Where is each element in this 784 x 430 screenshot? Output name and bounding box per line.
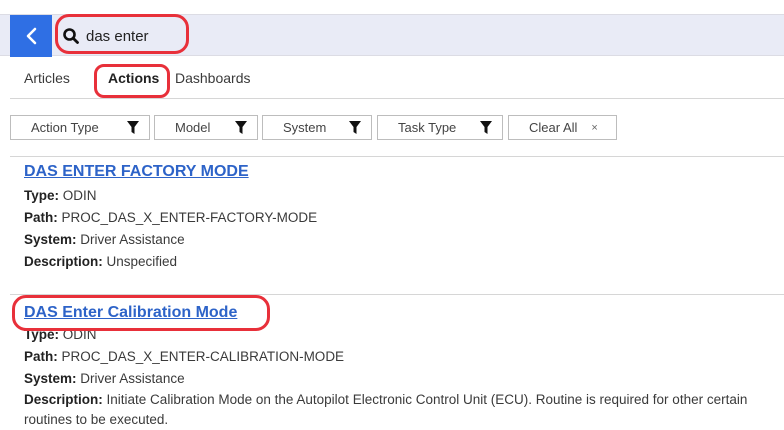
search-input[interactable] xyxy=(86,27,182,45)
result-path: Path: PROC_DAS_X_ENTER-FACTORY-MODE xyxy=(24,210,318,225)
filter-icon xyxy=(127,121,139,134)
result-item: DAS Enter Calibration Mode Type: ODIN Pa… xyxy=(24,304,780,430)
filter-label: System xyxy=(283,120,327,135)
close-icon: × xyxy=(591,121,598,134)
result-system: System: Driver Assistance xyxy=(24,371,185,386)
tab-articles[interactable]: Articles xyxy=(24,70,70,86)
filter-icon xyxy=(480,121,492,134)
search-field[interactable] xyxy=(58,22,186,50)
filter-icon xyxy=(349,121,361,134)
filter-label: Action Type xyxy=(31,120,99,135)
tab-actions[interactable]: Actions xyxy=(108,70,159,86)
clear-all-label: Clear All xyxy=(529,120,578,135)
result-system: System: Driver Assistance xyxy=(24,232,185,247)
filter-icon xyxy=(235,121,247,134)
result-description: Description: Initiate Calibration Mode o… xyxy=(24,392,748,427)
result-type: Type: ODIN xyxy=(24,327,97,342)
divider xyxy=(10,294,784,295)
divider xyxy=(10,98,784,99)
filter-task-type[interactable]: Task Type xyxy=(377,115,503,140)
result-item: DAS ENTER FACTORY MODE Type: ODIN Path: … xyxy=(24,163,317,273)
clear-all-button[interactable]: Clear All × xyxy=(508,115,617,140)
tab-dashboards[interactable]: Dashboards xyxy=(175,70,251,86)
back-button[interactable] xyxy=(10,15,52,57)
filter-label: Model xyxy=(175,120,211,135)
search-icon xyxy=(63,28,79,44)
result-title-link[interactable]: DAS ENTER FACTORY MODE xyxy=(24,163,317,181)
search-bar xyxy=(0,14,784,57)
divider xyxy=(10,156,784,157)
result-path: Path: PROC_DAS_X_ENTER-CALIBRATION-MODE xyxy=(24,349,345,364)
filter-model[interactable]: Model xyxy=(154,115,258,140)
chevron-left-icon xyxy=(26,27,37,45)
result-title-link[interactable]: DAS Enter Calibration Mode xyxy=(24,304,780,322)
filter-label: Task Type xyxy=(398,120,457,135)
filter-system[interactable]: System xyxy=(262,115,372,140)
result-description: Description: Unspecified xyxy=(24,254,178,269)
result-type: Type: ODIN xyxy=(24,188,97,203)
filter-action-type[interactable]: Action Type xyxy=(10,115,150,140)
